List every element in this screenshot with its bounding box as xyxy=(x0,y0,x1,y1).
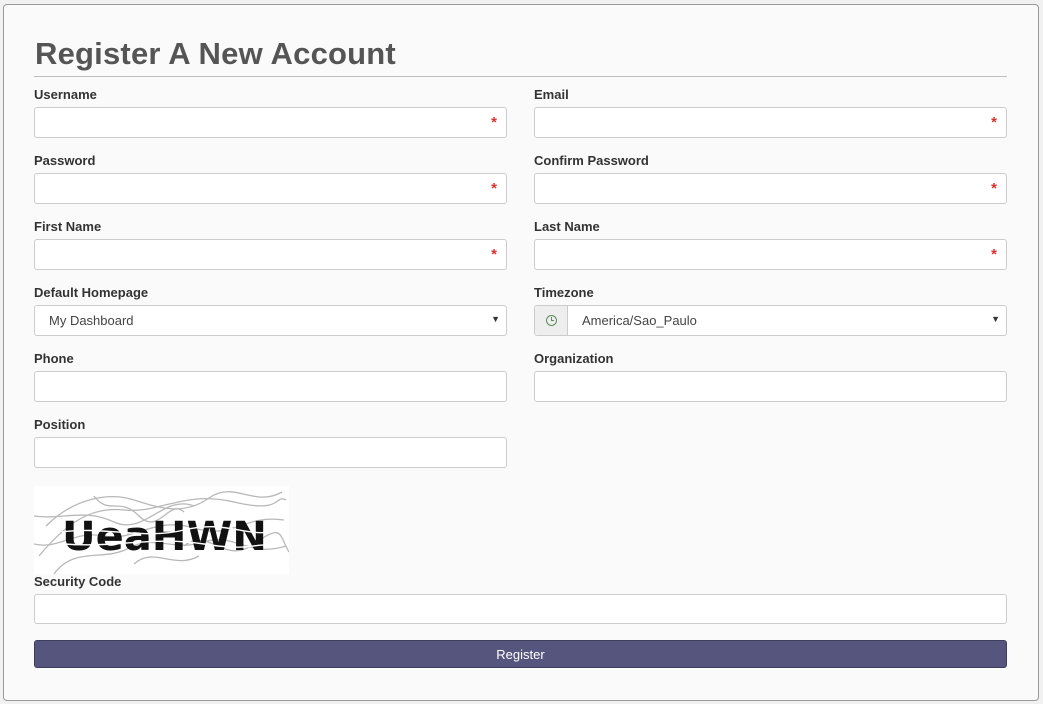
required-asterisk-icon: * xyxy=(991,114,997,131)
position-group: Position xyxy=(34,417,507,468)
first-name-group: First Name * xyxy=(34,219,507,270)
registration-panel: Register A New Account Username * Email … xyxy=(3,4,1039,701)
password-input-wrapper: * xyxy=(34,173,507,204)
security-code-group: Security Code xyxy=(34,574,1007,624)
default-homepage-selected-value: My Dashboard xyxy=(49,313,134,328)
position-input-wrapper xyxy=(34,437,507,468)
timezone-addon xyxy=(535,306,568,335)
email-label: Email xyxy=(534,87,569,102)
default-homepage-group: Default Homepage My Dashboard ▼ xyxy=(34,285,507,336)
first-name-label: First Name xyxy=(34,219,102,234)
captcha-text: UeaHWN xyxy=(62,514,267,560)
position-label: Position xyxy=(34,417,86,432)
chevron-down-icon: ▼ xyxy=(991,314,1000,324)
required-asterisk-icon: * xyxy=(991,180,997,197)
timezone-select[interactable]: America/Sao_Paulo ▼ xyxy=(534,305,1007,336)
timezone-label: Timezone xyxy=(534,285,594,300)
password-label: Password xyxy=(34,153,96,168)
password-input[interactable] xyxy=(35,174,506,203)
timezone-selected-value: America/Sao_Paulo xyxy=(582,313,697,328)
default-homepage-select[interactable]: My Dashboard ▼ xyxy=(34,305,507,336)
clock-icon xyxy=(546,315,557,326)
confirm-password-label: Confirm Password xyxy=(534,153,649,168)
organization-label: Organization xyxy=(534,351,614,366)
timezone-group: Timezone America/Sao_Paulo ▼ xyxy=(534,285,1007,336)
phone-input[interactable] xyxy=(35,372,506,401)
confirm-password-input[interactable] xyxy=(535,174,1006,203)
required-asterisk-icon: * xyxy=(491,180,497,197)
password-group: Password * xyxy=(34,153,507,204)
organization-input[interactable] xyxy=(535,372,1006,401)
organization-input-wrapper xyxy=(534,371,1007,402)
security-code-input[interactable] xyxy=(35,595,1006,623)
position-input[interactable] xyxy=(35,438,506,467)
chevron-down-icon: ▼ xyxy=(491,314,500,324)
title-divider xyxy=(34,76,1007,77)
last-name-group: Last Name * xyxy=(534,219,1007,270)
security-code-label: Security Code xyxy=(34,574,122,589)
username-input-wrapper: * xyxy=(34,107,507,138)
captcha-image: UeaHWN xyxy=(33,486,290,575)
required-asterisk-icon: * xyxy=(991,246,997,263)
email-group: Email * xyxy=(534,87,1007,138)
first-name-input[interactable] xyxy=(35,240,506,269)
phone-group: Phone xyxy=(34,351,507,402)
last-name-input[interactable] xyxy=(535,240,1006,269)
email-input[interactable] xyxy=(535,108,1006,137)
required-asterisk-icon: * xyxy=(491,114,497,131)
confirm-password-group: Confirm Password * xyxy=(534,153,1007,204)
default-homepage-label: Default Homepage xyxy=(34,285,149,300)
captcha-graphic: UeaHWN xyxy=(33,491,290,575)
last-name-label: Last Name xyxy=(534,219,600,234)
phone-label: Phone xyxy=(34,351,74,366)
phone-input-wrapper xyxy=(34,371,507,402)
username-label: Username xyxy=(34,87,97,102)
register-button[interactable]: Register xyxy=(34,640,1007,668)
security-code-input-wrapper xyxy=(34,594,1007,624)
username-input[interactable] xyxy=(35,108,506,137)
username-group: Username * xyxy=(34,87,507,138)
email-input-wrapper: * xyxy=(534,107,1007,138)
page-title: Register A New Account xyxy=(35,36,396,71)
organization-group: Organization xyxy=(534,351,1007,402)
last-name-input-wrapper: * xyxy=(534,239,1007,270)
required-asterisk-icon: * xyxy=(491,246,497,263)
confirm-password-input-wrapper: * xyxy=(534,173,1007,204)
first-name-input-wrapper: * xyxy=(34,239,507,270)
